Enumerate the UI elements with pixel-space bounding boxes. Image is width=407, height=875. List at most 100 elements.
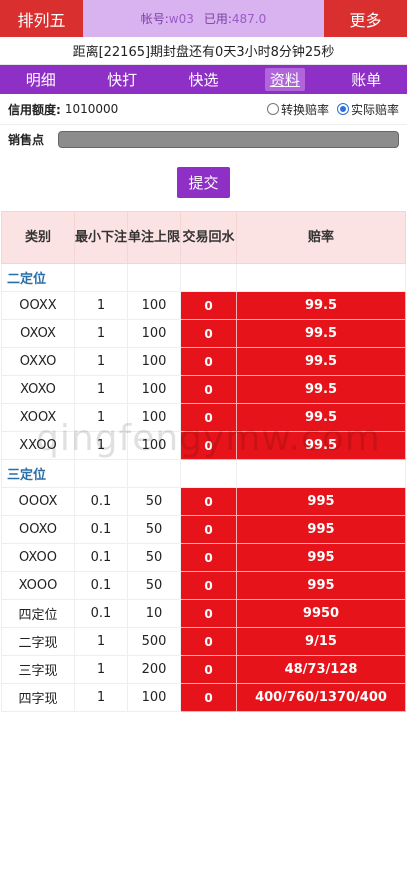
nav-quick-select[interactable]: 快选 — [183, 68, 223, 91]
min-bet-cell: 1 — [74, 375, 128, 404]
rebate-cell[interactable]: 0 — [180, 599, 237, 628]
max-bet-cell: 100 — [127, 431, 181, 460]
odds-cell[interactable]: 99.5 — [236, 431, 406, 460]
min-bet-cell: 1 — [74, 403, 128, 432]
max-bet-cell: 50 — [127, 487, 181, 516]
table-row: 二字现 1 500 0 9/15 — [1, 627, 406, 656]
max-bet-cell: 100 — [127, 375, 181, 404]
category-cell: 二字现 — [1, 627, 75, 656]
table-row: XOXO 1 100 0 99.5 — [1, 375, 406, 404]
odds-cell[interactable]: 9950 — [236, 599, 406, 628]
min-bet-cell: 1 — [74, 431, 128, 460]
min-bet-cell: 0.1 — [74, 543, 128, 572]
section-title: 二定位 — [1, 263, 75, 292]
rebate-cell[interactable]: 0 — [180, 543, 237, 572]
rebate-cell[interactable]: 0 — [180, 515, 237, 544]
max-bet-cell: 50 — [127, 515, 181, 544]
rebate-cell[interactable]: 0 — [180, 487, 237, 516]
top-bar: 排列五 帐号:w03 已用:487.0 更多 — [0, 0, 407, 37]
nav-bill[interactable]: 账单 — [346, 68, 386, 91]
radio-actual-odds[interactable]: 实际赔率 — [336, 101, 399, 118]
odds-cell[interactable]: 99.5 — [236, 375, 406, 404]
radio-off-icon[interactable] — [266, 103, 279, 115]
submit-button[interactable]: 提交 — [177, 166, 230, 198]
min-bet-cell: 1 — [74, 347, 128, 376]
empty-cell — [74, 263, 128, 292]
odds-cell[interactable]: 99.5 — [236, 291, 406, 320]
used-label: 已用: — [203, 12, 232, 26]
table-row: XOOX 1 100 0 99.5 — [1, 403, 406, 432]
odds-table: 类别 最小下注 单注上限 交易回水 赔率 二定位 OOXX 1 100 0 99.5 OXO… — [1, 211, 406, 712]
category-cell: OXOO — [1, 543, 75, 572]
rebate-cell[interactable]: 0 — [180, 431, 237, 460]
credit-value: 1010000 — [64, 102, 119, 116]
category-cell: XXOO — [1, 431, 75, 460]
rebate-cell[interactable]: 0 — [180, 683, 237, 712]
header-rebate: 交易回水 — [180, 211, 237, 264]
category-cell: OOXO — [1, 515, 75, 544]
max-bet-cell: 100 — [127, 683, 181, 712]
account-field: 帐号:w03 — [141, 10, 194, 27]
rebate-cell[interactable]: 0 — [180, 319, 237, 348]
rebate-cell[interactable]: 0 — [180, 571, 237, 600]
empty-cell — [236, 459, 406, 488]
empty-cell — [127, 263, 181, 292]
odds-cell[interactable]: 995 — [236, 515, 406, 544]
odds-cell[interactable]: 99.5 — [236, 403, 406, 432]
table-row: OOXX 1 100 0 99.5 — [1, 291, 406, 320]
min-bet-cell: 1 — [74, 627, 128, 656]
max-bet-cell: 50 — [127, 543, 181, 572]
credit-label: 信用额度: — [8, 102, 61, 117]
max-bet-cell: 50 — [127, 571, 181, 600]
rebate-cell[interactable]: 0 — [180, 375, 237, 404]
header-max-bet: 单注上限 — [127, 211, 181, 264]
max-bet-cell: 200 — [127, 655, 181, 684]
min-bet-cell: 0.1 — [74, 571, 128, 600]
min-bet-cell: 0.1 — [74, 515, 128, 544]
min-bet-cell: 1 — [74, 319, 128, 348]
empty-cell — [180, 263, 237, 292]
rebate-cell[interactable]: 0 — [180, 347, 237, 376]
category-cell: OXOX — [1, 319, 75, 348]
odds-cell[interactable]: 48/73/128 — [236, 655, 406, 684]
rebate-cell[interactable]: 0 — [180, 627, 237, 656]
odds-cell[interactable]: 99.5 — [236, 319, 406, 348]
odds-cell[interactable]: 9/15 — [236, 627, 406, 656]
main-nav: 明细 快打 快选 资料 账单 — [0, 65, 407, 94]
radio-on-icon[interactable] — [336, 103, 349, 115]
odds-cell[interactable]: 995 — [236, 487, 406, 516]
max-bet-cell: 100 — [127, 319, 181, 348]
odds-cell[interactable]: 995 — [236, 543, 406, 572]
min-bet-cell: 0.1 — [74, 487, 128, 516]
radio-convert-odds[interactable]: 转换赔率 — [266, 101, 329, 118]
rebate-cell[interactable]: 0 — [180, 291, 237, 320]
radio-actual-label: 实际赔率 — [350, 102, 399, 117]
credit-row: 信用额度: 1010000 转换赔率 实际赔率 — [0, 94, 407, 125]
category-cell: OOXX — [1, 291, 75, 320]
max-bet-cell: 100 — [127, 347, 181, 376]
odds-cell[interactable]: 99.5 — [236, 347, 406, 376]
max-bet-cell: 10 — [127, 599, 181, 628]
table-row: OOXO 0.1 50 0 995 — [1, 515, 406, 544]
sales-point-select[interactable] — [58, 130, 399, 148]
min-bet-cell: 0.1 — [74, 599, 128, 628]
account-value: w03 — [168, 12, 194, 26]
table-row: XXOO 1 100 0 99.5 — [1, 431, 406, 460]
rebate-cell[interactable]: 0 — [180, 403, 237, 432]
nav-details[interactable]: 明细 — [21, 68, 61, 91]
section-row: 二定位 — [1, 263, 406, 292]
account-label: 帐号: — [140, 12, 169, 26]
min-bet-cell: 1 — [74, 683, 128, 712]
more-button[interactable]: 更多 — [324, 0, 407, 37]
category-cell: XOOX — [1, 403, 75, 432]
odds-cell[interactable]: 995 — [236, 571, 406, 600]
table-row: OOOX 0.1 50 0 995 — [1, 487, 406, 516]
rebate-cell[interactable]: 0 — [180, 655, 237, 684]
table-row: 三字现 1 200 0 48/73/128 — [1, 655, 406, 684]
min-bet-cell: 1 — [74, 655, 128, 684]
lottery-title[interactable]: 排列五 — [0, 0, 83, 37]
nav-info[interactable]: 资料 — [264, 68, 305, 91]
nav-quick-bet[interactable]: 快打 — [102, 68, 142, 91]
empty-cell — [74, 459, 128, 488]
odds-cell[interactable]: 400/760/1370/400 — [236, 683, 406, 712]
